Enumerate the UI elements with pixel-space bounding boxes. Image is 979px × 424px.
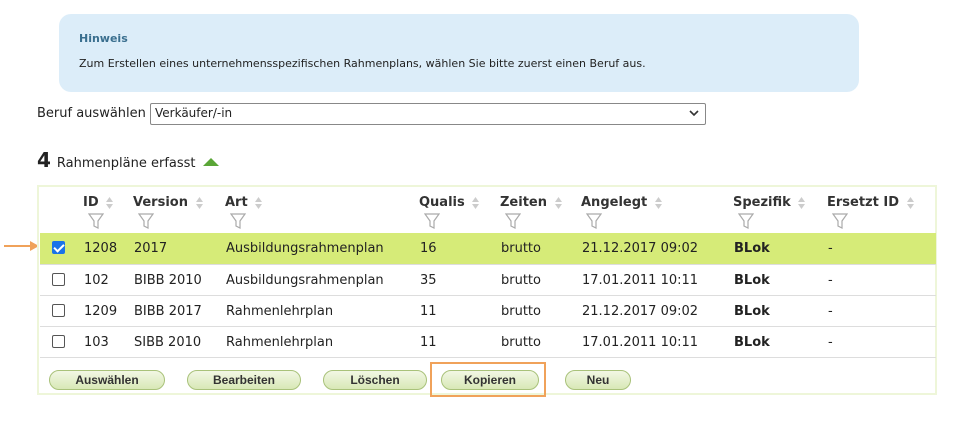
- header-id[interactable]: ID: [83, 195, 114, 229]
- select-button[interactable]: Auswählen: [49, 370, 165, 390]
- cell-version: 2017: [134, 241, 168, 256]
- beruf-selected-value: Verkäufer/-in: [155, 106, 233, 120]
- sort-icon[interactable]: [254, 196, 263, 210]
- cell-art: Rahmenlehrplan: [226, 335, 334, 350]
- row-checkbox[interactable]: [52, 241, 65, 254]
- cell-angelegt: 17.01.2011 10:11: [582, 335, 699, 350]
- plan-count-label: Rahmenpläne erfasst: [56, 156, 196, 171]
- table-row[interactable]: 1208 2017 Ausbildungsrahmenplan 16 brutt…: [40, 233, 936, 264]
- cell-zeiten: brutto: [501, 273, 541, 288]
- beruf-label: Beruf auswählen: [37, 106, 146, 121]
- cell-qualis: 11: [420, 335, 437, 350]
- header-art[interactable]: Art: [225, 195, 263, 229]
- sort-icon[interactable]: [195, 196, 204, 210]
- cell-id: 1209: [84, 304, 118, 319]
- cell-version: SIBB 2010: [134, 335, 202, 350]
- sort-icon[interactable]: [554, 196, 563, 210]
- header-zeiten[interactable]: Zeiten: [500, 195, 563, 229]
- header-version[interactable]: Version: [133, 195, 204, 229]
- header-art-label: Art: [225, 195, 248, 210]
- cell-angelegt: 21.12.2017 09:02: [582, 304, 699, 319]
- cell-ersetzt: -: [828, 335, 833, 350]
- table-row[interactable]: 1209 BIBB 2017 Rahmenlehrplan 11 brutto …: [40, 295, 936, 326]
- plans-table: ID Version Art Qualis Zeiten Angelegt Sp…: [37, 185, 937, 397]
- filter-icon[interactable]: [424, 213, 440, 229]
- cell-spezifik: BLok: [734, 335, 770, 350]
- filter-icon[interactable]: [586, 213, 602, 229]
- filter-icon[interactable]: [832, 213, 848, 229]
- cell-ersetzt: -: [828, 241, 833, 256]
- sort-icon[interactable]: [906, 196, 915, 210]
- cell-zeiten: brutto: [501, 241, 541, 256]
- plan-count: 4 Rahmenpläne erfasst: [37, 148, 220, 174]
- row-checkbox[interactable]: [52, 273, 65, 286]
- header-angelegt-label: Angelegt: [581, 195, 648, 210]
- cell-spezifik: BLok: [734, 241, 770, 256]
- cell-art: Ausbildungsrahmenplan: [226, 273, 384, 288]
- table-row[interactable]: 102 BIBB 2010 Ausbildungsrahmenplan 35 b…: [40, 264, 936, 295]
- table-row[interactable]: 103 SIBB 2010 Rahmenlehrplan 11 brutto 1…: [40, 326, 936, 357]
- cell-ersetzt: -: [828, 304, 833, 319]
- header-version-label: Version: [133, 195, 188, 210]
- table-divider: [40, 357, 936, 358]
- sort-icon[interactable]: [654, 196, 663, 210]
- cell-art: Rahmenlehrplan: [226, 304, 334, 319]
- copy-button[interactable]: Kopieren: [441, 370, 539, 390]
- cell-id: 1208: [84, 241, 118, 256]
- header-ersetzt[interactable]: Ersetzt ID: [827, 195, 915, 229]
- sort-icon[interactable]: [105, 196, 114, 210]
- new-button[interactable]: Neu: [565, 370, 631, 390]
- notice-text: Zum Erstellen eines unternehmensspezifis…: [79, 57, 646, 70]
- cell-spezifik: BLok: [734, 273, 770, 288]
- notice-title: Hinweis: [79, 32, 128, 45]
- sort-icon[interactable]: [471, 196, 480, 210]
- header-id-label: ID: [83, 195, 99, 210]
- header-ersetzt-label: Ersetzt ID: [827, 195, 899, 210]
- arrow-pointer-icon: [4, 241, 39, 251]
- cell-art: Ausbildungsrahmenplan: [226, 241, 384, 256]
- header-qualis[interactable]: Qualis: [419, 195, 480, 229]
- filter-icon[interactable]: [738, 213, 754, 229]
- cell-zeiten: brutto: [501, 304, 541, 319]
- header-spezifik[interactable]: Spezifik: [733, 195, 806, 229]
- cell-zeiten: brutto: [501, 335, 541, 350]
- beruf-select[interactable]: Verkäufer/-in: [150, 103, 706, 125]
- header-angelegt[interactable]: Angelegt: [581, 195, 663, 229]
- cell-qualis: 35: [420, 273, 437, 288]
- cell-angelegt: 21.12.2017 09:02: [582, 241, 699, 256]
- header-zeiten-label: Zeiten: [500, 195, 547, 210]
- collapse-up-icon[interactable]: [202, 157, 220, 167]
- header-qualis-label: Qualis: [419, 195, 465, 210]
- row-checkbox[interactable]: [52, 304, 65, 317]
- cell-version: BIBB 2017: [134, 304, 202, 319]
- cell-qualis: 16: [420, 241, 437, 256]
- cell-spezifik: BLok: [734, 304, 770, 319]
- cell-qualis: 11: [420, 304, 437, 319]
- cell-id: 102: [84, 273, 109, 288]
- header-spezifik-label: Spezifik: [733, 195, 791, 210]
- plan-count-number: 4: [37, 148, 51, 172]
- cell-version: BIBB 2010: [134, 273, 202, 288]
- notice-box: Hinweis Zum Erstellen eines unternehmens…: [59, 14, 859, 92]
- sort-icon[interactable]: [797, 196, 806, 210]
- cell-ersetzt: -: [828, 273, 833, 288]
- filter-icon[interactable]: [230, 213, 246, 229]
- cell-angelegt: 17.01.2011 10:11: [582, 273, 699, 288]
- chevron-down-icon: [689, 110, 699, 117]
- cell-id: 103: [84, 335, 109, 350]
- filter-icon[interactable]: [88, 213, 104, 229]
- filter-icon[interactable]: [138, 213, 154, 229]
- delete-button[interactable]: Löschen: [323, 370, 427, 390]
- filter-icon[interactable]: [505, 213, 521, 229]
- edit-button[interactable]: Bearbeiten: [187, 370, 301, 390]
- row-checkbox[interactable]: [52, 335, 65, 348]
